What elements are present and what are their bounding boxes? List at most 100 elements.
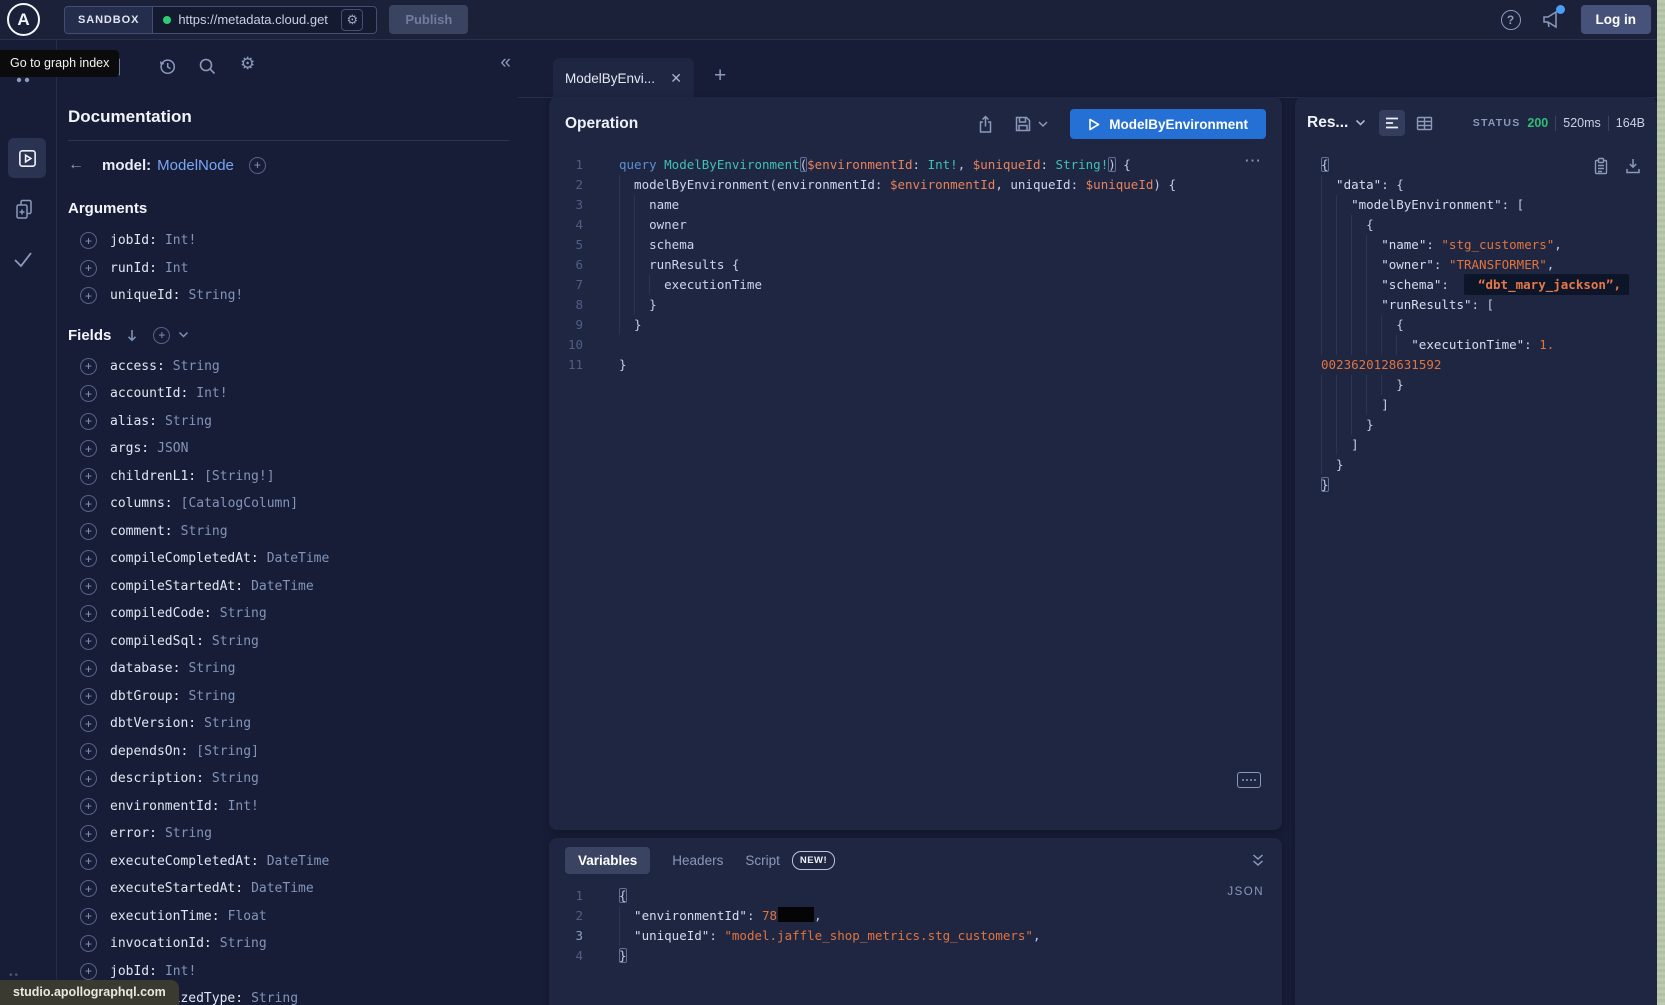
download-response-icon[interactable] — [1625, 157, 1641, 175]
field-type[interactable]: [String!] — [204, 469, 274, 484]
field-type[interactable]: String — [165, 826, 212, 841]
field-type[interactable]: Int! — [165, 233, 196, 248]
field-row[interactable]: +executeCompletedAt:DateTime — [68, 848, 509, 876]
field-row[interactable]: +error:String — [68, 820, 509, 848]
field-type[interactable]: String — [181, 524, 228, 539]
apollo-logo[interactable]: A — [7, 3, 40, 36]
collapse-docs-icon[interactable]: « — [500, 52, 511, 74]
field-row[interactable]: +invocationId:String — [68, 930, 509, 958]
field-row[interactable]: +alias:String — [68, 408, 509, 436]
field-type[interactable]: String — [220, 936, 267, 951]
add-to-query-icon[interactable]: + — [80, 605, 97, 622]
field-type[interactable]: JSON — [157, 441, 188, 456]
add-tab-icon[interactable]: + — [714, 65, 726, 86]
add-to-query-icon[interactable]: + — [80, 260, 97, 277]
sort-fields-icon[interactable] — [125, 328, 139, 343]
add-to-query-icon[interactable]: + — [80, 578, 97, 595]
response-title[interactable]: Res... — [1307, 114, 1348, 132]
keyboard-shortcuts-icon[interactable] — [1237, 772, 1261, 788]
field-type[interactable]: Float — [228, 909, 267, 924]
save-operation-icon[interactable] — [1014, 115, 1032, 133]
field-row[interactable]: +dependsOn:[String] — [68, 738, 509, 766]
add-to-query-icon[interactable]: + — [80, 413, 97, 430]
field-type[interactable]: DateTime — [251, 881, 314, 896]
endpoint-settings-gear-icon[interactable]: ⚙ — [341, 9, 363, 31]
field-type[interactable]: String — [212, 634, 259, 649]
collapse-variables-icon[interactable] — [1250, 853, 1266, 868]
field-row[interactable]: +description:String — [68, 765, 509, 793]
field-type[interactable]: String — [212, 771, 259, 786]
field-type[interactable]: String — [188, 689, 235, 704]
login-button[interactable]: Log in — [1581, 5, 1652, 34]
response-table-toggle[interactable] — [1416, 116, 1433, 131]
field-type[interactable]: String! — [188, 288, 243, 303]
variables-editor[interactable]: 1{2"environmentId": 78,3"uniqueId": "mod… — [549, 882, 1282, 966]
field-row[interactable]: +compileStartedAt:DateTime — [68, 573, 509, 601]
add-to-query-icon[interactable]: + — [80, 798, 97, 815]
field-type[interactable]: String — [173, 359, 220, 374]
add-to-query-icon[interactable]: + — [80, 743, 97, 760]
field-type[interactable]: String — [204, 716, 251, 731]
field-type[interactable]: String — [188, 661, 235, 676]
back-arrow-icon[interactable]: ← — [68, 156, 102, 174]
field-row[interactable]: +environmentId:Int! — [68, 793, 509, 821]
add-to-query-icon[interactable]: + — [80, 358, 97, 375]
add-to-query-icon[interactable]: + — [80, 523, 97, 540]
tab-script[interactable]: Script — [745, 853, 780, 868]
add-to-query-icon[interactable]: + — [80, 495, 97, 512]
field-type[interactable]: [String] — [196, 744, 259, 759]
response-json[interactable]: {"data": {"modelByEnvironment": [{"name"… — [1299, 155, 1657, 495]
field-row[interactable]: +compiledCode:String — [68, 600, 509, 628]
field-row[interactable]: +compiledSql:String — [68, 628, 509, 656]
add-to-query-icon[interactable]: + — [80, 715, 97, 732]
breadcrumb-type-link[interactable]: ModelNode — [157, 157, 234, 174]
add-to-query-icon[interactable]: + — [80, 550, 97, 567]
field-row[interactable]: +executeStartedAt:DateTime — [68, 875, 509, 903]
field-row[interactable]: +compileCompletedAt:DateTime — [68, 545, 509, 573]
history-icon[interactable] — [158, 57, 177, 76]
response-format-toggle[interactable] — [1379, 110, 1405, 136]
run-operation-button[interactable]: ModelByEnvironment — [1070, 109, 1266, 139]
field-type[interactable]: DateTime — [267, 854, 330, 869]
argument-row[interactable]: +uniqueId:String! — [68, 282, 509, 310]
field-type[interactable]: String — [220, 606, 267, 621]
add-to-query-icon[interactable]: + — [80, 688, 97, 705]
field-row[interactable]: +dbtGroup:String — [68, 683, 509, 711]
add-to-query-icon[interactable]: + — [80, 633, 97, 650]
field-type[interactable]: DateTime — [251, 579, 314, 594]
field-row[interactable]: +database:String — [68, 655, 509, 683]
announcements-icon[interactable] — [1539, 8, 1563, 32]
field-row[interactable]: +comment:String — [68, 518, 509, 546]
operation-editor[interactable]: 1query ModelByEnvironment($environmentId… — [549, 151, 1282, 375]
sidebar-item-schema[interactable] — [13, 198, 35, 221]
tab-variables[interactable]: Variables — [565, 847, 650, 874]
add-to-query-icon[interactable]: + — [80, 287, 97, 304]
field-row[interactable]: +args:JSON — [68, 435, 509, 463]
publish-button[interactable]: Publish — [389, 5, 468, 34]
add-to-query-icon[interactable]: + — [80, 660, 97, 677]
add-to-query-icon[interactable]: + — [80, 825, 97, 842]
endpoint-url-field[interactable]: https://metadata.cloud.get ⚙ — [153, 6, 377, 34]
tab-headers[interactable]: Headers — [672, 853, 723, 868]
add-to-query-icon[interactable]: + — [80, 770, 97, 787]
add-to-query-icon[interactable]: + — [80, 880, 97, 897]
response-chevron-icon[interactable] — [1355, 119, 1366, 127]
field-type[interactable]: [CatalogColumn] — [181, 496, 298, 511]
argument-row[interactable]: +jobId:Int! — [68, 227, 509, 255]
field-type[interactable]: DateTime — [267, 551, 330, 566]
add-all-fields-icon[interactable]: + — [153, 327, 170, 344]
argument-row[interactable]: +runId:Int — [68, 255, 509, 283]
tab-close-icon[interactable]: ✕ — [670, 70, 682, 87]
add-to-query-icon[interactable]: + — [80, 440, 97, 457]
add-to-query-icon[interactable]: + — [80, 963, 97, 980]
field-row[interactable]: +access:String — [68, 353, 509, 381]
field-row[interactable]: +columns:[CatalogColumn] — [68, 490, 509, 518]
save-options-chevron-icon[interactable] — [1038, 121, 1048, 128]
search-icon[interactable] — [198, 57, 217, 76]
copy-response-icon[interactable] — [1593, 157, 1609, 175]
add-to-query-icon[interactable]: + — [80, 908, 97, 925]
add-to-query-icon[interactable]: + — [80, 232, 97, 249]
help-icon[interactable]: ? — [1501, 10, 1521, 30]
field-type[interactable]: String — [165, 414, 212, 429]
add-type-icon[interactable]: + — [249, 157, 266, 174]
